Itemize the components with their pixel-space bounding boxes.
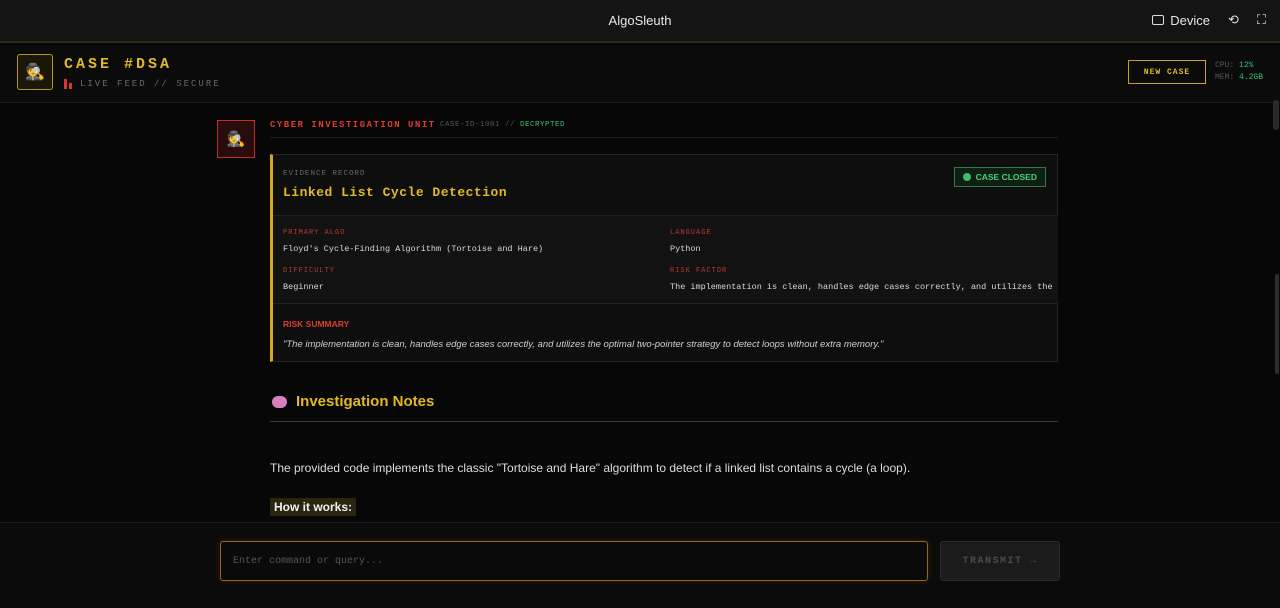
risk-summary-label: RISK SUMMARY <box>283 319 350 329</box>
status-dot-icon <box>962 173 971 181</box>
notes-paragraph: The provided code implements the classic… <box>270 461 911 475</box>
case-header: 🕵 CASE #DSA LIVE FEED // SECURE NEW CASE… <box>0 45 1280 130</box>
investigation-notes-heading: Investigation Notes <box>272 393 434 410</box>
field-primary-algo: PRIMARY ALGO Floyd's Cycle-Finding Algor… <box>283 229 653 254</box>
field-difficulty: DIFFICULTY Beginner <box>283 267 653 292</box>
field-key: PRIMARY ALGO <box>283 229 346 237</box>
field-risk-factor: RISK FACTOR The implementation is clean,… <box>670 267 1058 292</box>
signal-icon <box>64 79 76 89</box>
unit-label: CYBER INVESTIGATION UNIT <box>270 120 436 130</box>
device-icon <box>1152 15 1165 25</box>
notes-heading-text: Investigation Notes <box>296 393 435 410</box>
case-id-text: CASE-ID-1001 // <box>440 121 516 129</box>
case-closed-badge: CASE CLOSED <box>953 167 1046 187</box>
live-feed-label: LIVE FEED // SECURE <box>80 79 221 89</box>
evidence-fields: PRIMARY ALGO Floyd's Cycle-Finding Algor… <box>273 215 1058 304</box>
field-value: The implementation is clean, handles edg… <box>670 282 1058 292</box>
device-label: Device <box>1170 12 1210 28</box>
case-id: CASE-ID-1001 // DECRYPTED <box>440 121 565 129</box>
cpu-label: CPU: <box>1215 61 1235 70</box>
decrypted-status: DECRYPTED <box>520 121 566 129</box>
field-value: Beginner <box>283 282 324 292</box>
brain-icon <box>272 395 287 408</box>
live-feed-status: LIVE FEED // SECURE <box>64 79 221 89</box>
risk-summary-text: "The implementation is clean, handles ed… <box>283 339 884 350</box>
field-value: Python <box>670 244 701 254</box>
field-key: LANGUAGE <box>670 229 712 237</box>
evidence-card: EVIDENCE RECORD Linked List Cycle Detect… <box>270 154 1058 362</box>
field-value: Floyd's Cycle-Finding Algorithm (Tortois… <box>283 244 544 254</box>
system-stats: CPU: 12% MEM: 4.2GB <box>1215 60 1263 84</box>
app-title: AlgoSleuth <box>608 13 672 28</box>
detective-avatar-icon: 🕵 <box>17 54 53 90</box>
app-titlebar: AlgoSleuth Device ⟲ ⛶ <box>0 0 1280 43</box>
evidence-label: EVIDENCE RECORD <box>283 170 366 178</box>
mem-value: 4.2GB <box>1239 73 1264 82</box>
conversation-area: 🕵 CYBER INVESTIGATION UNIT CASE-ID-1001 … <box>0 104 1280 522</box>
case-title: CASE #DSA <box>64 56 173 73</box>
rotate-icon[interactable]: ⟲ <box>1228 12 1239 28</box>
transmit-button[interactable]: TRANSMIT → <box>940 541 1060 581</box>
fullscreen-icon[interactable]: ⛶ <box>1257 12 1266 28</box>
cpu-value: 12% <box>1239 61 1254 70</box>
device-toggle[interactable]: Device <box>1152 13 1210 28</box>
command-bar: TRANSMIT → <box>0 522 1280 608</box>
mem-label: MEM: <box>1215 73 1235 82</box>
divider <box>270 137 1058 138</box>
command-input[interactable] <box>221 542 927 580</box>
how-it-works-heading: How it works: <box>270 498 357 516</box>
evidence-title: Linked List Cycle Detection <box>283 185 508 200</box>
agent-avatar-icon: 🕵 <box>217 120 255 158</box>
new-case-button[interactable]: NEW CASE <box>1128 60 1206 84</box>
field-key: DIFFICULTY <box>283 267 336 275</box>
field-language: LANGUAGE Python <box>670 229 1055 254</box>
content-scrollbar[interactable] <box>1275 274 1279 374</box>
command-input-wrapper <box>220 541 928 581</box>
case-closed-label: CASE CLOSED <box>975 172 1037 182</box>
field-key: RISK FACTOR <box>670 267 728 275</box>
divider <box>270 421 1058 422</box>
